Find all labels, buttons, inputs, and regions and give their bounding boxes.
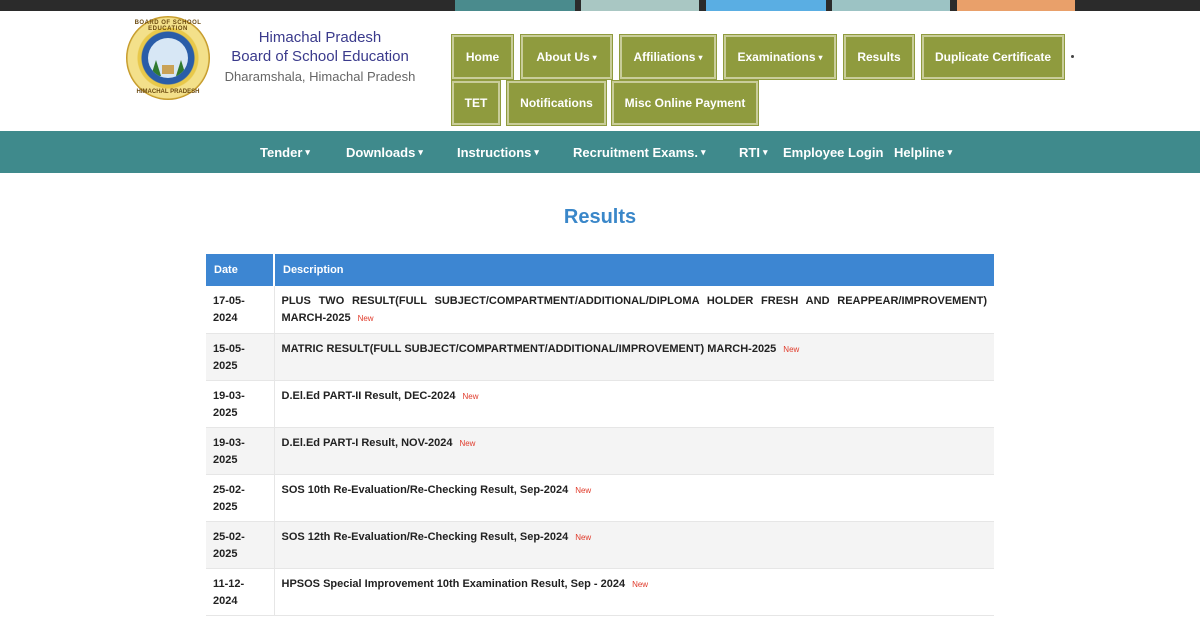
table-row: 19-03-2025 D.El.Ed PART-II Result, DEC-20… <box>206 380 994 428</box>
table-row: 17-05-2024 PLUS TWO RESULT(FULL SUBJECT/C… <box>206 286 994 334</box>
nav2-instructions[interactable]: Instructions ▾ <box>457 131 539 173</box>
result-description-cell: MATRIC RESULT(FULL SUBJECT/COMPARTMENT/A… <box>274 333 994 381</box>
new-badge: New <box>783 344 800 354</box>
chevron-down-icon: ▾ <box>534 146 539 157</box>
logo-top-text: BOARD OF SCHOOL EDUCATION <box>134 20 202 32</box>
nav2-helpline[interactable]: Helpline ▾ <box>894 131 952 173</box>
result-link[interactable]: SOS 12th Re-Evaluation/Re-Checking Resul… <box>282 531 569 543</box>
result-date: 11-12-2024 <box>206 568 275 616</box>
result-description-cell: D.El.Ed PART-I Result, NOV-2024 New <box>274 427 994 475</box>
top-tab-2[interactable] <box>581 0 699 11</box>
nav-about-us-button[interactable]: About Us ▾ <box>520 34 613 80</box>
column-header-description: Description <box>274 254 994 286</box>
table-row: 11-12-2024 HPSOS Special Improvement 10th… <box>206 568 994 616</box>
result-link[interactable]: MATRIC RESULT(FULL SUBJECT/COMPARTMENT/A… <box>282 343 777 355</box>
logo-bottom-text: HIMACHAL PRADESH <box>136 89 200 95</box>
nav2-rti[interactable]: RTI ▾ <box>739 131 767 173</box>
new-badge: New <box>462 391 479 401</box>
result-description-cell: HPSOS Special Improvement 10th Examinati… <box>274 568 994 616</box>
result-date: 25-02-2025 <box>206 474 275 522</box>
top-tab-5[interactable] <box>957 0 1075 11</box>
result-date: 25-02-2025 <box>206 521 275 569</box>
org-name-line1: Himachal Pradesh <box>258 29 382 46</box>
top-tab-3[interactable] <box>706 0 826 11</box>
chevron-down-icon: ▾ <box>592 52 597 62</box>
table-header-row: Date Description <box>206 254 994 286</box>
column-header-date: Date <box>206 254 275 286</box>
new-badge: New <box>632 579 649 589</box>
new-badge: New <box>575 532 592 542</box>
site-header: BOARD OF SCHOOL EDUCATION HIMACHAL PRADE… <box>0 11 1200 131</box>
result-link[interactable]: SOS 10th Re-Evaluation/Re-Checking Resul… <box>282 484 569 496</box>
chevron-down-icon: ▾ <box>698 52 703 62</box>
new-badge: New <box>357 314 374 323</box>
table-row: 15-05-2025 MATRIC RESULT(FULL SUBJECT/COM… <box>206 333 994 381</box>
result-description-cell: SOS 10th Re-Evaluation/Re-Checking Resul… <box>274 474 994 522</box>
org-name-line2: Board of School Education <box>231 48 409 65</box>
result-link[interactable]: PLUS TWO RESULT(FULL SUBJECT/COMPARTMENT… <box>282 295 988 324</box>
result-date: 15-05-2025 <box>206 333 275 381</box>
nav2-recruitment-exams[interactable]: Recruitment Exams. ▾ <box>573 131 706 173</box>
page-title: Results <box>563 206 637 228</box>
chevron-down-icon: ▾ <box>818 52 823 62</box>
chevron-down-icon: ▾ <box>947 146 953 157</box>
chevron-down-icon: ▾ <box>305 146 310 157</box>
result-date: 17-05-2024 <box>206 286 275 334</box>
logo-emblem <box>148 38 188 78</box>
nav2-tender[interactable]: Tender ▾ <box>260 131 310 173</box>
results-table-body: 17-05-2024 PLUS TWO RESULT(FULL SUBJECT/C… <box>206 286 994 616</box>
nav-affiliations-button[interactable]: Affiliations ▾ <box>619 34 717 80</box>
table-row: 25-02-2025 SOS 10th Re-Evaluation/Re-Chec… <box>206 474 994 522</box>
result-link[interactable]: D.El.Ed PART-II Result, DEC-2024 <box>282 390 456 402</box>
org-location: Dharamshala, Himachal Pradesh <box>224 69 416 84</box>
result-description-cell: SOS 12th Re-Evaluation/Re-Checking Resul… <box>274 521 994 569</box>
result-link[interactable]: HPSOS Special Improvement 10th Examinati… <box>282 578 626 590</box>
board-logo[interactable]: BOARD OF SCHOOL EDUCATION HIMACHAL PRADE… <box>126 16 210 100</box>
table-row: 25-02-2025 SOS 12th Re-Evaluation/Re-Chec… <box>206 521 994 569</box>
top-tab-4[interactable] <box>832 0 950 11</box>
results-table: Date Description 17-05-2024 PLUS TWO RESU… <box>206 254 994 616</box>
new-badge: New <box>459 438 476 448</box>
nav-home-button[interactable]: Home <box>451 34 514 80</box>
nav-notifications-button[interactable]: Notifications <box>506 80 607 126</box>
result-description-cell: PLUS TWO RESULT(FULL SUBJECT/COMPARTMENT… <box>274 286 994 334</box>
table-row: 19-03-2025 D.El.Ed PART-I Result, NOV-202… <box>206 427 994 475</box>
nav-separator-dot <box>1071 55 1074 58</box>
result-date: 19-03-2025 <box>206 427 275 475</box>
chevron-down-icon: ▾ <box>762 146 768 157</box>
secondary-nav: Tender ▾ Downloads ▾ Instructions ▾ Recruit… <box>0 131 1200 173</box>
new-badge: New <box>575 485 592 495</box>
chevron-down-icon: ▾ <box>701 146 706 157</box>
nav-tet-button[interactable]: TET <box>451 80 501 126</box>
nav-examinations-button[interactable]: Examinations ▾ <box>723 34 837 80</box>
nav-misc-online-payment-button[interactable]: Misc Online Payment <box>611 80 759 126</box>
result-link[interactable]: D.El.Ed PART-I Result, NOV-2024 <box>282 437 453 449</box>
top-tab-1[interactable] <box>455 0 575 11</box>
nav2-employee-login[interactable]: Employee Login <box>783 131 883 173</box>
chevron-down-icon: ▾ <box>418 146 423 157</box>
organization-name: Himachal Pradesh Board of School Educati… <box>220 29 420 86</box>
nav-duplicate-certificate-button[interactable]: Duplicate Certificate <box>921 34 1065 80</box>
top-color-strip <box>0 0 1200 11</box>
nav-results-button[interactable]: Results <box>843 34 915 80</box>
result-date: 19-03-2025 <box>206 380 275 428</box>
result-description-cell: D.El.Ed PART-II Result, DEC-2024 New <box>274 380 994 428</box>
nav2-downloads[interactable]: Downloads ▾ <box>346 131 423 173</box>
